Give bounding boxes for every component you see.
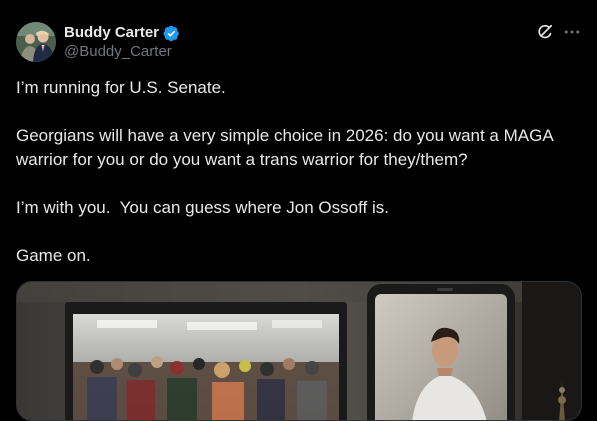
author-handle[interactable]: @Buddy_Carter bbox=[64, 43, 172, 61]
tweet-paragraph: Game on. bbox=[16, 246, 91, 265]
tweet-text: I’m running for U.S. Senate. Georgians w… bbox=[16, 76, 582, 292]
more-options-icon[interactable] bbox=[562, 22, 582, 42]
author-display-name[interactable]: Buddy Carter bbox=[64, 23, 159, 43]
avatar[interactable] bbox=[16, 22, 56, 62]
video-thumbnail[interactable] bbox=[16, 281, 582, 421]
tweet-paragraph: I’m running for U.S. Senate. bbox=[16, 78, 226, 97]
verified-badge-icon bbox=[163, 25, 179, 41]
tweet-paragraph: Georgians will have a very simple choice… bbox=[16, 126, 558, 169]
tweet-paragraph: I’m with you. You can guess where Jon Os… bbox=[16, 198, 389, 217]
video-thumbnail-image bbox=[17, 282, 581, 420]
grok-icon[interactable] bbox=[535, 22, 555, 42]
avatar-image bbox=[16, 22, 56, 62]
author-name-row: Buddy Carter bbox=[64, 23, 180, 43]
tweet: Buddy Carter @Buddy_Carter I’m running f… bbox=[0, 0, 597, 421]
